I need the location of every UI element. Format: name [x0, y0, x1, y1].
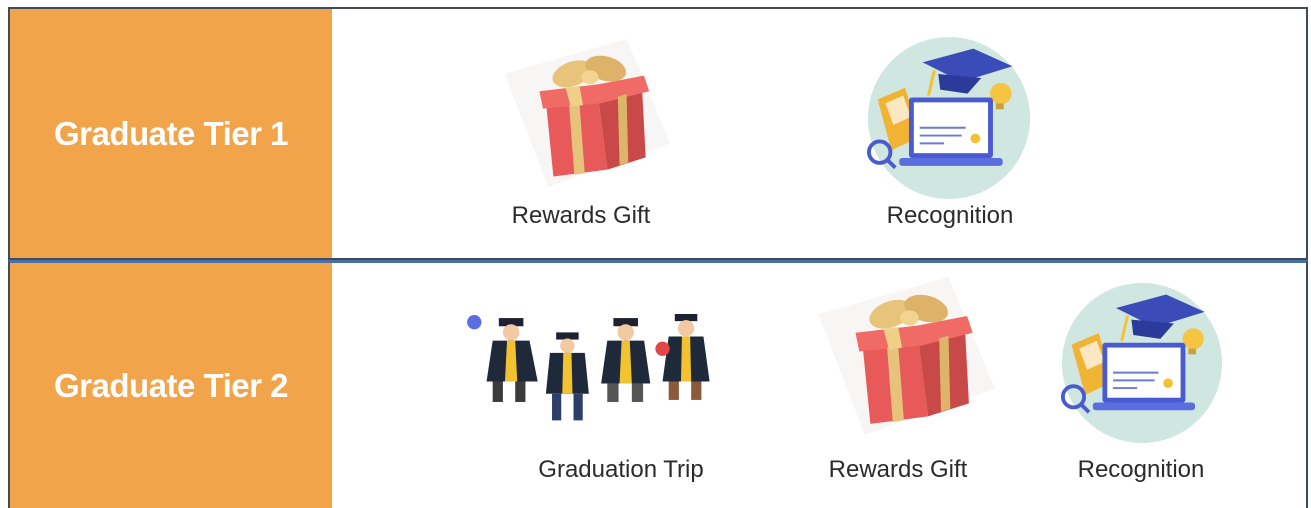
tier-2-label: Graduate Tier 2: [54, 366, 289, 404]
tier-2-item-caption: Recognition: [1077, 456, 1205, 483]
tier-2-item-caption: Rewards Gift: [828, 456, 968, 483]
gift-box-icon: [468, 39, 698, 187]
tier-1-item-caption: Recognition: [886, 202, 1014, 229]
tier-2-item-caption: Graduation Trip: [538, 456, 704, 483]
certificate-laptop-icon: [862, 35, 1036, 201]
graduates-group-icon: [462, 287, 728, 431]
tier-1-label-cell: Graduate Tier 1: [10, 9, 332, 258]
gift-box-icon: [786, 277, 1018, 435]
tier-1-item-caption: Rewards Gift: [511, 202, 651, 229]
certificate-laptop-icon: [1056, 281, 1228, 445]
tier-2-label-cell: Graduate Tier 2: [10, 263, 332, 508]
tier-2-row: Graduate Tier 2 Graduation Trip Rewards …: [8, 260, 1308, 508]
tier-1-label: Graduate Tier 1: [54, 114, 289, 152]
tier-1-row: Graduate Tier 1 Rewards Gift Recognition: [8, 7, 1308, 260]
